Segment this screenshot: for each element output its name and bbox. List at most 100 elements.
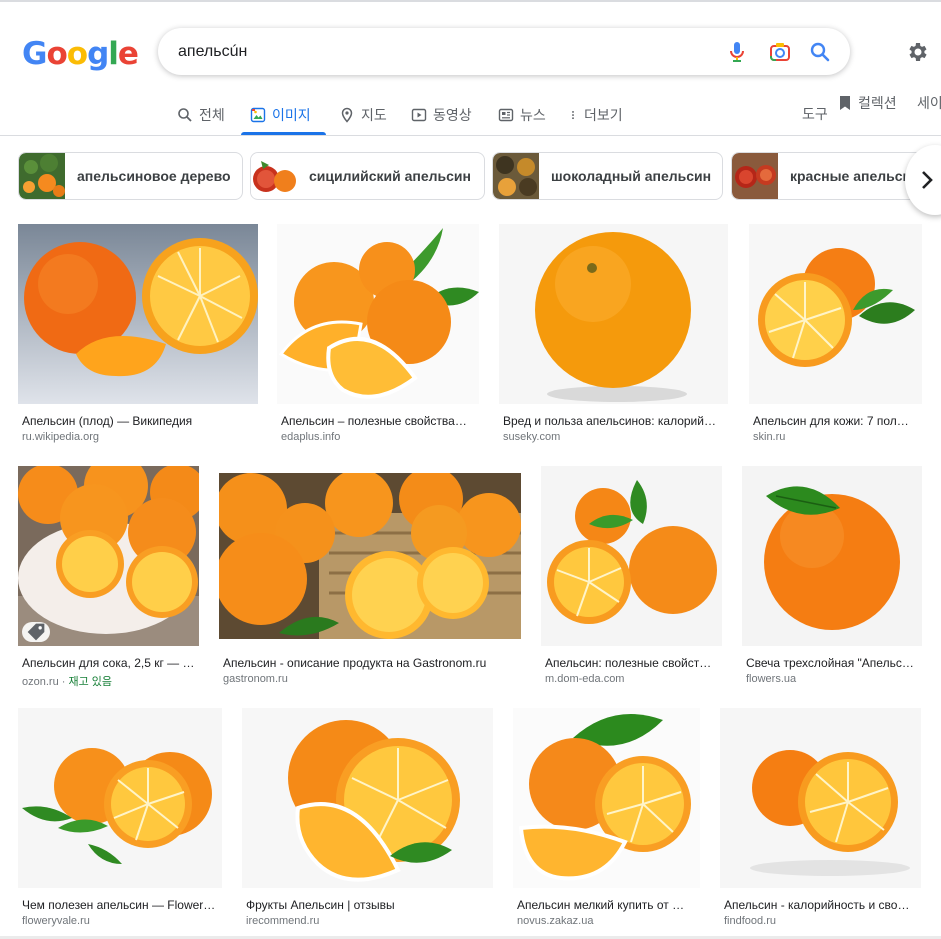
image-result[interactable]: Апельсин – полезные свойства… edaplus.in…: [277, 224, 479, 446]
collections-label: 컬렉션: [858, 95, 897, 111]
camera-lens-icon[interactable]: [768, 40, 792, 64]
tab-maps[interactable]: 지도: [339, 96, 387, 134]
result-title[interactable]: Апельсин для сока, 2,5 кг — …: [22, 656, 199, 670]
tab-images[interactable]: 이미지: [250, 96, 311, 134]
chip-label: сицилийский апельсин: [309, 168, 471, 184]
result-title[interactable]: Апельсин - калорийность и сво…: [724, 898, 921, 912]
tab-label: 이미지: [272, 107, 311, 123]
result-source: edaplus.info: [281, 431, 341, 443]
image-result[interactable]: Апельсин - описание продукта на Gastrono…: [219, 466, 521, 688]
result-thumbnail[interactable]: [720, 708, 921, 888]
image-result[interactable]: Чем полезен апельсин — Flower… floweryva…: [18, 708, 222, 930]
chip-label: шоколадный апельсин: [551, 168, 712, 184]
header-divider: [0, 135, 941, 136]
result-thumbnail[interactable]: [541, 466, 722, 646]
result-source: ru.wikipedia.org: [22, 431, 100, 443]
bookmark-icon: [840, 96, 850, 110]
result-source: gastronom.ru: [223, 673, 288, 685]
result-title[interactable]: Апельсин - описание продукта на Gastrono…: [223, 656, 521, 670]
google-logo[interactable]: Google: [22, 36, 139, 72]
shopping-tag-badge: [22, 622, 50, 642]
safesearch-button[interactable]: 세이프서치: [917, 93, 941, 113]
result-title[interactable]: Апельсин: полезные свойст…: [545, 656, 722, 670]
logo-letter: e: [117, 36, 139, 72]
result-thumbnail[interactable]: [18, 466, 199, 646]
result-title[interactable]: Апельсин мелкий купить от …: [517, 898, 700, 912]
chip-orange-tree[interactable]: апельсиновое дерево: [18, 152, 243, 200]
image-result[interactable]: Фрукты Апельсин | отзывы irecommend.ru: [242, 708, 493, 930]
result-thumbnail[interactable]: [242, 708, 493, 888]
logo-letter: g: [87, 36, 109, 72]
related-searches: апельсиновое дерево сицилийский апельсин…: [0, 152, 941, 200]
microphone-icon[interactable]: [725, 40, 749, 64]
image-result[interactable]: Апельсин: полезные свойст… m.dom-eda.com: [541, 466, 722, 688]
result-source-domain: ozon.ru: [22, 676, 59, 688]
result-thumbnail[interactable]: [513, 708, 700, 888]
search-input[interactable]: [178, 28, 698, 75]
result-source: findfood.ru: [724, 915, 776, 927]
logo-letter: o: [66, 36, 88, 72]
chevron-right-icon: [922, 171, 933, 189]
tab-label: 전체: [199, 107, 225, 123]
logo-letter: l: [108, 36, 119, 72]
in-stock-label: 재고 있음: [68, 676, 113, 688]
search-box[interactable]: [158, 28, 850, 75]
result-thumbnail[interactable]: [219, 473, 521, 639]
top-border: [0, 0, 941, 2]
chip-label: апельсиновое дерево: [77, 168, 231, 184]
result-thumbnail[interactable]: [742, 466, 922, 646]
result-source: flowers.ua: [746, 673, 797, 685]
result-title[interactable]: Фрукты Апельсин | отзывы: [246, 898, 493, 912]
search-icon: [178, 108, 192, 122]
result-title[interactable]: Вред и польза апельсинов: калорий…: [503, 414, 728, 428]
search-icon[interactable]: [808, 40, 832, 64]
image-result[interactable]: Апельсин мелкий купить от … novus.zakaz.…: [513, 708, 700, 930]
result-thumbnail[interactable]: [18, 708, 222, 888]
search-tabs: 전체 이미지 지도 동영상 뉴스 더보기: [0, 96, 941, 136]
image-icon: [250, 107, 266, 123]
chip-thumbnail: [732, 153, 778, 199]
result-source: ozon.ru · 재고 있음: [22, 676, 113, 688]
tab-label: 뉴스: [520, 107, 546, 123]
result-source: m.dom-eda.com: [545, 673, 625, 685]
tab-more[interactable]: 더보기: [568, 96, 623, 134]
tab-label: 더보기: [584, 107, 623, 123]
image-result[interactable]: Апельсин для сока, 2,5 кг — … ozon.ru · …: [18, 466, 199, 688]
tab-all[interactable]: 전체: [177, 96, 225, 134]
tools-button[interactable]: 도구: [802, 104, 828, 124]
tab-label: 지도: [361, 107, 387, 123]
collections-button[interactable]: 컬렉션: [838, 93, 897, 113]
result-thumbnail[interactable]: [749, 224, 922, 404]
result-source: floweryvale.ru: [22, 915, 90, 927]
video-icon: [411, 108, 427, 122]
logo-letter: G: [22, 36, 47, 72]
image-result[interactable]: Апельсин (плод) — Википедия ru.wikipedia…: [18, 224, 258, 446]
tab-videos[interactable]: 동영상: [411, 96, 472, 134]
image-result[interactable]: Вред и польза апельсинов: калорий… susek…: [499, 224, 728, 446]
result-title[interactable]: Чем полезен апельсин — Flower…: [22, 898, 222, 912]
result-title[interactable]: Свеча трехслойная "Апельс…: [746, 656, 922, 670]
gear-icon[interactable]: [905, 40, 929, 64]
chip-thumbnail: [493, 153, 539, 199]
tag-icon: [27, 623, 45, 641]
news-icon: [498, 108, 514, 122]
result-source: suseky.com: [503, 431, 561, 443]
result-thumbnail[interactable]: [277, 224, 479, 404]
chip-thumbnail: [19, 153, 65, 199]
tab-label: 동영상: [433, 107, 472, 123]
image-result[interactable]: Свеча трехслойная "Апельс… flowers.ua: [742, 466, 922, 688]
result-title[interactable]: Апельсин – полезные свойства…: [281, 414, 479, 428]
image-result[interactable]: Апельсин - калорийность и сво… findfood.…: [720, 708, 921, 930]
result-title[interactable]: Апельсин для кожи: 7 пол…: [753, 414, 922, 428]
result-thumbnail[interactable]: [499, 224, 728, 404]
map-pin-icon: [341, 107, 353, 123]
image-result[interactable]: Апельсин для кожи: 7 пол… skin.ru: [749, 224, 922, 446]
chip-chocolate-orange[interactable]: шоколадный апельсин: [492, 152, 723, 200]
tab-news[interactable]: 뉴스: [498, 96, 546, 134]
chip-thumbnail: [251, 153, 297, 199]
chip-sicilian-orange[interactable]: сицилийский апельсин: [250, 152, 485, 200]
more-icon: [572, 110, 574, 120]
result-title[interactable]: Апельсин (плод) — Википедия: [22, 414, 258, 428]
result-thumbnail[interactable]: [18, 224, 258, 404]
result-source: skin.ru: [753, 431, 786, 443]
